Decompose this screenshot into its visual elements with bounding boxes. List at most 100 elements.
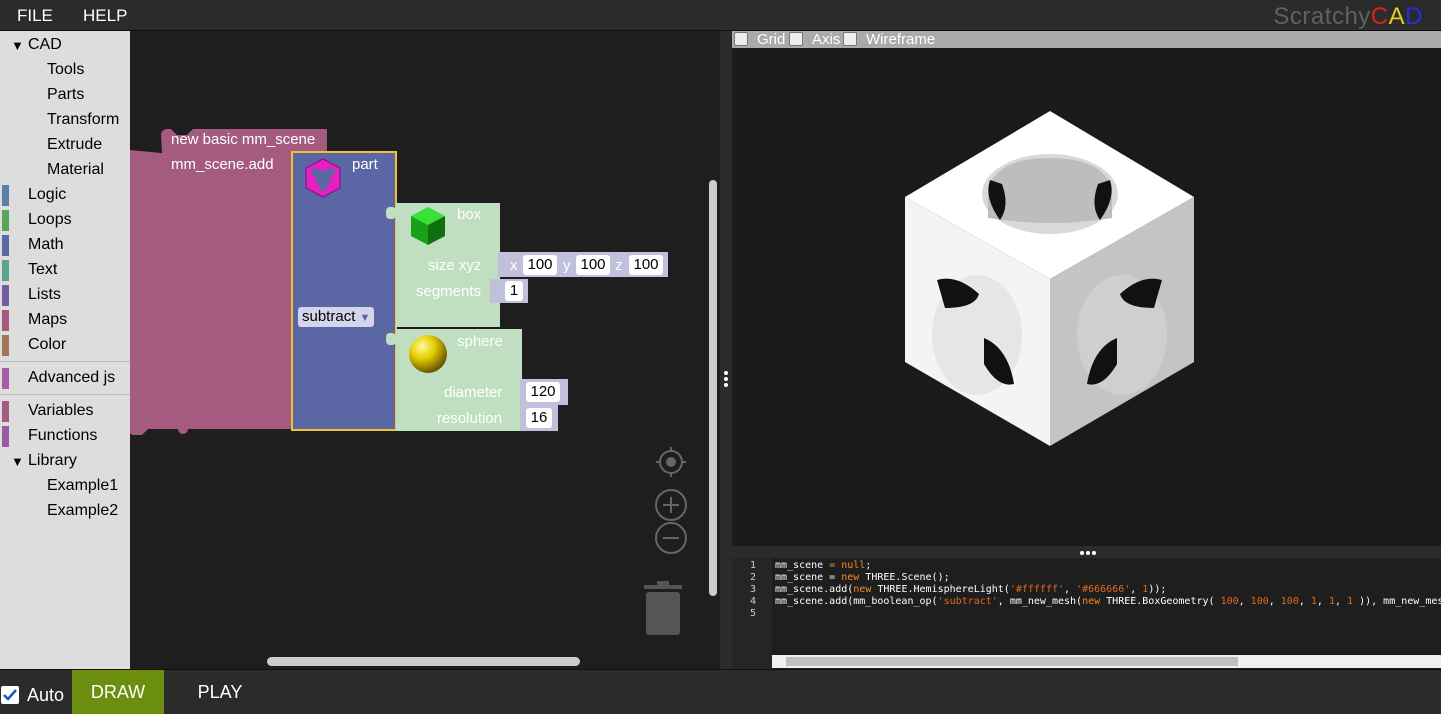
y-label: y — [563, 257, 571, 274]
category-label: Library — [28, 452, 77, 469]
expand-triangle-icon: ▼ — [11, 454, 24, 469]
z-field[interactable]: 100 — [629, 255, 663, 275]
horizontal-splitter[interactable] — [732, 546, 1441, 558]
scrollbar-thumb[interactable] — [786, 657, 1238, 666]
toolbox-item-material[interactable]: Material — [0, 158, 130, 183]
zoom-out-icon[interactable] — [654, 521, 688, 555]
toolbox-item-tools[interactable]: Tools — [0, 58, 130, 83]
category-label: Parts — [47, 86, 85, 103]
3d-viewer[interactable]: Grid Axis Wireframe — [732, 31, 1441, 546]
block-scene-add-label[interactable]: mm_scene.add — [171, 156, 274, 173]
category-color-swatch — [2, 285, 9, 306]
category-label: Variables — [28, 402, 94, 419]
category-color-swatch — [2, 335, 9, 356]
toolbox-category-logic[interactable]: Logic — [0, 183, 130, 208]
x-label: x — [510, 257, 518, 274]
trash-icon[interactable] — [640, 579, 686, 637]
category-label: Maps — [28, 311, 68, 328]
y-field[interactable]: 100 — [576, 255, 610, 275]
workspace-vertical-scrollbar[interactable] — [709, 180, 717, 596]
diameter-field[interactable]: 120 — [526, 382, 560, 402]
menu-file[interactable]: FILE — [17, 6, 53, 26]
category-color-swatch — [2, 310, 9, 331]
category-color-swatch — [2, 368, 9, 389]
category-label: Advanced js — [28, 369, 116, 386]
block-sphere-label[interactable]: sphere — [457, 333, 503, 350]
toolbox-category-math[interactable]: Math — [0, 233, 130, 258]
code-line-4: mm_scene.add(mm_boolean_op('subtract', m… — [775, 596, 1441, 607]
segments-field[interactable]: 1 — [505, 281, 523, 301]
category-label: Math — [28, 236, 64, 253]
block-box-label[interactable]: box — [457, 206, 481, 223]
line-number: 2 — [750, 572, 757, 583]
vertical-splitter[interactable] — [720, 31, 732, 669]
toolbox-item-extrude[interactable]: Extrude — [0, 133, 130, 158]
segments-label: segments — [416, 283, 482, 300]
resolution-field[interactable]: 16 — [526, 408, 552, 428]
draw-button[interactable]: DRAW — [72, 670, 164, 714]
category-color-swatch — [2, 210, 9, 231]
x-field[interactable]: 100 — [523, 255, 557, 275]
wireframe-checkbox[interactable] — [843, 32, 857, 46]
toolbox-category-cad[interactable]: ▼ CAD — [0, 33, 130, 58]
category-color-swatch — [2, 426, 9, 447]
block-new-scene-label[interactable]: new basic mm_scene — [171, 131, 315, 148]
toolbox-category-text[interactable]: Text — [0, 258, 130, 283]
play-button[interactable]: PLAY — [174, 670, 266, 714]
grid-checkbox[interactable] — [734, 32, 748, 46]
category-label: Functions — [28, 427, 98, 444]
auto-checkbox[interactable] — [1, 686, 19, 704]
toolbox-category-color[interactable]: Color — [0, 333, 130, 358]
expand-triangle-icon: ▼ — [11, 38, 24, 53]
zoom-in-icon[interactable] — [654, 488, 688, 522]
code-horizontal-scrollbar[interactable] — [772, 655, 1441, 668]
category-label: Extrude — [47, 136, 103, 153]
toolbox-separator — [0, 394, 130, 395]
line-number: 5 — [750, 608, 757, 619]
toolbox-category-variables[interactable]: Variables — [0, 399, 130, 424]
z-label: z — [615, 257, 623, 274]
block-part-label[interactable]: part — [352, 156, 378, 173]
toolbox-item-example2[interactable]: Example2 — [0, 499, 130, 524]
toolbox-category-maps[interactable]: Maps — [0, 308, 130, 333]
workspace-horizontal-scrollbar[interactable] — [267, 657, 580, 666]
category-label: Material — [47, 161, 104, 178]
category-label: Logic — [28, 186, 67, 203]
logo-prefix: Scratchy — [1273, 3, 1371, 30]
axis-checkbox[interactable] — [789, 32, 803, 46]
category-color-swatch — [2, 185, 9, 206]
grid-label: Grid — [757, 31, 786, 48]
block-canvas — [130, 129, 668, 435]
toolbox-category-library[interactable]: ▼ Library — [0, 449, 130, 474]
menu-help[interactable]: HELP — [83, 6, 127, 26]
sphere-ball-icon — [409, 335, 447, 373]
toolbox-item-parts[interactable]: Parts — [0, 83, 130, 108]
category-label: CAD — [28, 36, 62, 53]
category-label: Example1 — [47, 477, 119, 494]
code-line-3: mm_scene.add(new THREE.HemisphereLight('… — [775, 584, 1167, 595]
block-workspace[interactable]: new basic mm_scene mm_scene.add part sub… — [130, 31, 720, 669]
menu-bar: FILE HELP ScratchyCAD — [0, 0, 1441, 31]
part-block-shape — [291, 151, 397, 431]
recenter-icon[interactable] — [654, 445, 688, 479]
toolbox-category-advanced-js[interactable]: Advanced js — [0, 366, 130, 391]
dropdown-value: subtract — [302, 308, 356, 325]
toolbox-category-functions[interactable]: Functions — [0, 424, 130, 449]
category-label: Tools — [47, 61, 85, 78]
axis-label: Axis — [812, 31, 841, 48]
toolbox-item-transform[interactable]: Transform — [0, 108, 130, 133]
toolbox-category-loops[interactable]: Loops — [0, 208, 130, 233]
viewer-toolbar: Grid Axis Wireframe — [732, 31, 1441, 48]
app-logo: ScratchyCAD — [1273, 3, 1423, 31]
code-editor[interactable]: 1 2 3 4 5 mm_scene = null; mm_scene = ne… — [732, 558, 1441, 669]
dropdown-arrow-icon: ▼ — [359, 312, 371, 324]
category-color-swatch — [2, 235, 9, 256]
toolbox-category-lists[interactable]: Lists — [0, 283, 130, 308]
toolbox-item-example1[interactable]: Example1 — [0, 474, 130, 499]
scene-add-block-body — [161, 153, 293, 429]
category-label: Loops — [28, 211, 72, 228]
logo-letter-c: C — [1370, 3, 1389, 30]
code-line-1: mm_scene = null; — [775, 560, 872, 571]
resolution-label: resolution — [437, 410, 503, 427]
boolean-op-dropdown[interactable]: subtract ▼ — [298, 307, 374, 327]
